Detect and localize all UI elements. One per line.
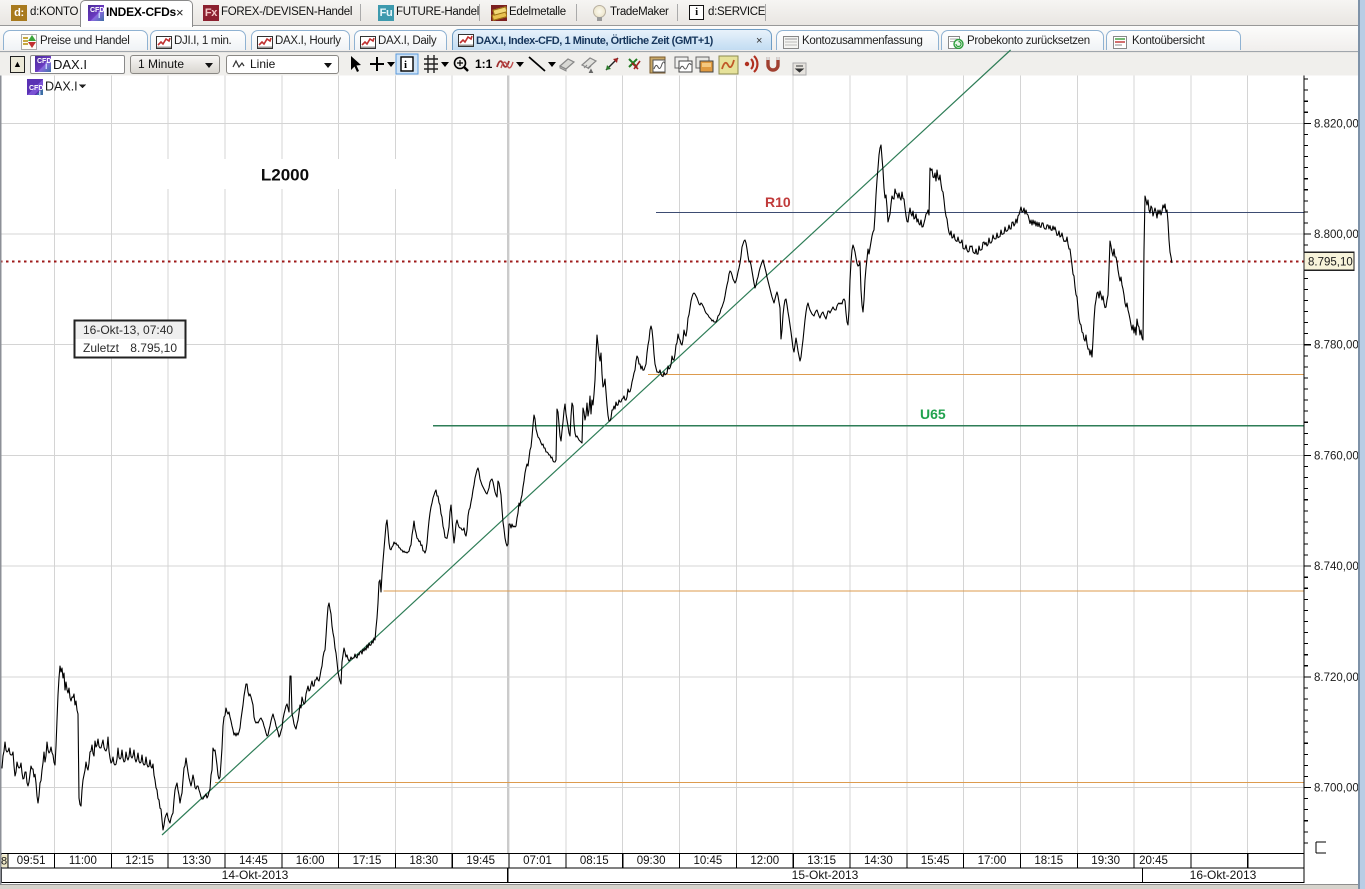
svg-text:16:00: 16:00 (296, 855, 325, 867)
svg-text:11:00: 11:00 (69, 855, 97, 867)
svg-text:10:45: 10:45 (694, 855, 723, 867)
svg-text:8.720,00: 8.720,00 (1314, 672, 1359, 684)
svg-text:8: 8 (1, 856, 7, 868)
svg-text:19:45: 19:45 (466, 855, 495, 867)
svg-text:17:15: 17:15 (353, 855, 382, 867)
svg-text:CFD: CFD (29, 85, 43, 92)
svg-text:18:15: 18:15 (1034, 855, 1063, 867)
svg-text:20:45: 20:45 (1139, 855, 1168, 867)
svg-text:U65: U65 (920, 406, 946, 422)
svg-text:12:00: 12:00 (750, 855, 779, 867)
svg-text:07:01: 07:01 (523, 855, 552, 867)
svg-text:08:15: 08:15 (580, 855, 609, 867)
svg-text:8.820,00: 8.820,00 (1314, 118, 1359, 130)
svg-text:8.740,00: 8.740,00 (1314, 561, 1359, 573)
svg-text:19:30: 19:30 (1091, 855, 1120, 867)
svg-text:14:45: 14:45 (239, 855, 268, 867)
svg-text:13:15: 13:15 (807, 855, 836, 867)
svg-text:i: i (39, 88, 42, 98)
svg-text:18:30: 18:30 (409, 855, 438, 867)
svg-text:8.700,00: 8.700,00 (1314, 783, 1359, 795)
svg-text:16-Okt-13, 07:40: 16-Okt-13, 07:40 (83, 323, 173, 337)
svg-text:14:30: 14:30 (864, 855, 893, 867)
svg-text:17:00: 17:00 (978, 855, 1007, 867)
svg-text:15-Okt-2013: 15-Okt-2013 (792, 868, 859, 882)
svg-text:12:15: 12:15 (125, 855, 154, 867)
svg-text:8.795,10: 8.795,10 (1308, 256, 1353, 268)
svg-text:16-Okt-2013: 16-Okt-2013 (1190, 868, 1257, 882)
svg-text:15:45: 15:45 (921, 855, 950, 867)
svg-text:DAX.I: DAX.I (45, 80, 78, 94)
svg-text:8.780,00: 8.780,00 (1314, 340, 1359, 352)
svg-text:14-Okt-2013: 14-Okt-2013 (222, 868, 289, 882)
svg-text:R10: R10 (765, 194, 791, 210)
svg-text:8.795,10: 8.795,10 (130, 341, 177, 355)
svg-text:8.760,00: 8.760,00 (1314, 450, 1359, 462)
svg-text:L2000: L2000 (261, 166, 309, 185)
svg-text:13:30: 13:30 (182, 855, 211, 867)
svg-text:09:30: 09:30 (637, 855, 666, 867)
svg-text:09:51: 09:51 (17, 855, 46, 867)
svg-text:8.800,00: 8.800,00 (1314, 229, 1359, 241)
svg-text:Zuletzt: Zuletzt (83, 341, 120, 355)
